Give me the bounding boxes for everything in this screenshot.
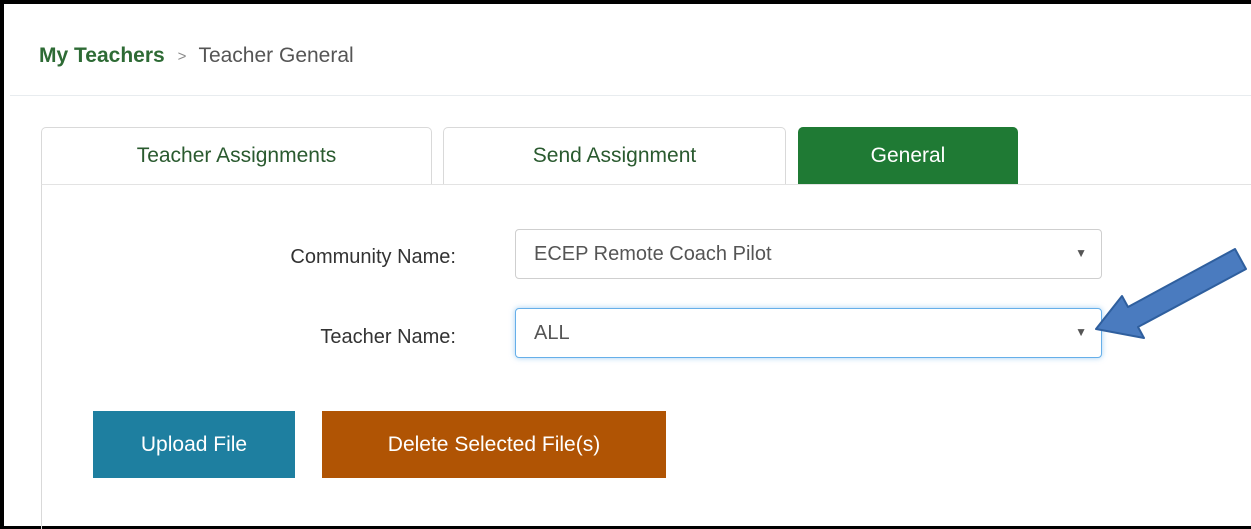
- delete-selected-files-label: Delete Selected File(s): [387, 432, 601, 456]
- community-name-value: ECEP Remote Coach Pilot: [534, 243, 772, 265]
- teacher-name-value: ALL: [534, 322, 570, 344]
- teacher-name-select[interactable]: ALL ▼: [515, 308, 1102, 358]
- community-name-label: Community Name:: [290, 246, 456, 268]
- blue-arrow-icon: [1095, 248, 1247, 339]
- tab-send-assignment[interactable]: Send Assignment: [443, 127, 786, 184]
- delete-selected-files-button[interactable]: Delete Selected File(s): [322, 411, 666, 478]
- breadcrumb-my-teachers-link[interactable]: My Teachers: [39, 44, 165, 67]
- upload-file-label: Upload File: [140, 432, 248, 456]
- tab-teacher-assignments[interactable]: Teacher Assignments: [41, 127, 432, 184]
- breadcrumb-bar: My Teachers > Teacher General: [10, 4, 1251, 96]
- community-name-select[interactable]: ECEP Remote Coach Pilot ▼: [515, 229, 1102, 279]
- tab-general[interactable]: General: [798, 127, 1018, 184]
- breadcrumb: My Teachers > Teacher General: [39, 44, 354, 68]
- breadcrumb-current-page: Teacher General: [198, 44, 354, 67]
- breadcrumb-separator: >: [177, 48, 187, 65]
- tab-label: Send Assignment: [532, 144, 697, 167]
- tab-label: General: [870, 144, 946, 167]
- arrow-shape: [1095, 248, 1247, 339]
- tab-label: Teacher Assignments: [136, 144, 337, 167]
- teacher-name-label: Teacher Name:: [320, 326, 456, 348]
- upload-file-button[interactable]: Upload File: [93, 411, 295, 478]
